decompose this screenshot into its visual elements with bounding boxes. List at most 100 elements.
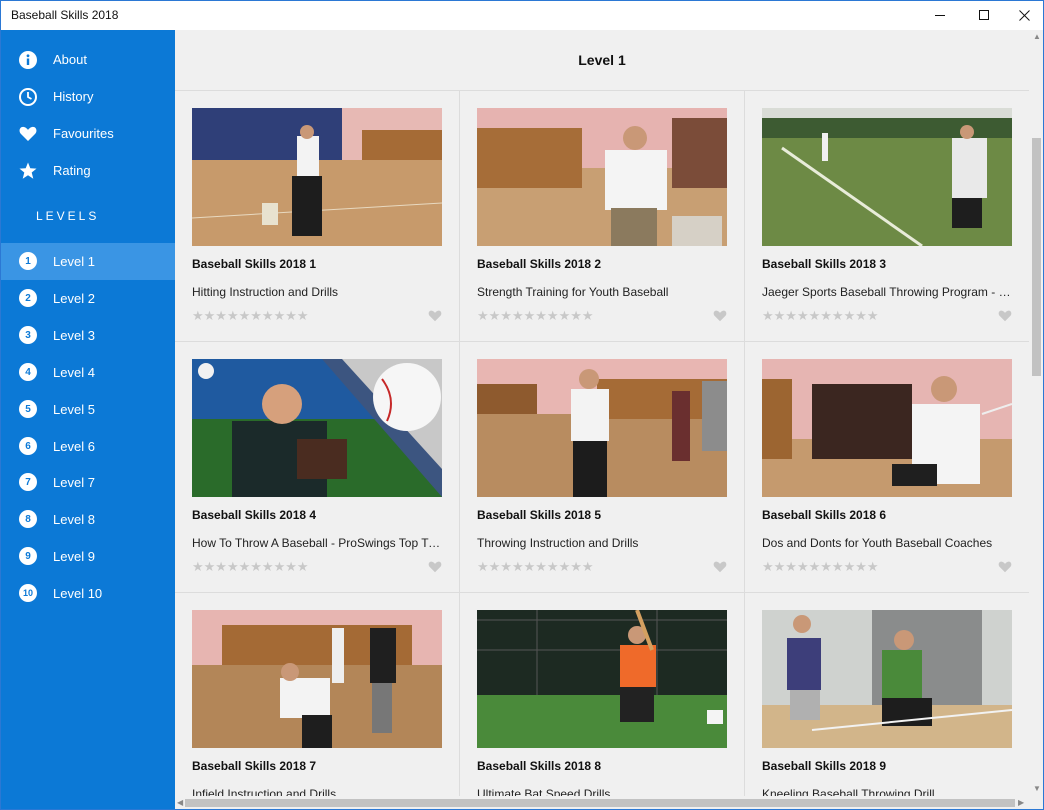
level-number-badge: 7 bbox=[19, 473, 37, 491]
nav-label-history: History bbox=[53, 89, 94, 104]
video-thumbnail[interactable] bbox=[762, 610, 1012, 748]
rating-stars[interactable]: ★★★★★★★★★★ bbox=[477, 308, 594, 324]
video-title: Baseball Skills 2018 8 bbox=[477, 759, 602, 773]
video-thumbnail[interactable] bbox=[192, 359, 442, 497]
video-card[interactable]: Baseball Skills 2018 3 Jaeger Sports Bas… bbox=[745, 91, 1029, 341]
horizontal-scroll-thumb[interactable] bbox=[185, 799, 1015, 807]
video-card[interactable]: Baseball Skills 2018 4 How To Throw A Ba… bbox=[175, 342, 459, 592]
level-item-6[interactable]: 6 Level 6 bbox=[1, 428, 175, 465]
level-label: Level 4 bbox=[53, 365, 95, 380]
nav-item-about[interactable]: About bbox=[1, 41, 175, 78]
close-icon bbox=[1018, 10, 1030, 21]
window-title: Baseball Skills 2018 bbox=[11, 8, 119, 22]
level-number-badge: 3 bbox=[19, 326, 37, 344]
level-number-badge: 9 bbox=[19, 547, 37, 565]
video-thumbnail[interactable] bbox=[192, 610, 442, 748]
video-card[interactable]: Baseball Skills 2018 7 Infield Instructi… bbox=[175, 593, 459, 796]
level-number-badge: 4 bbox=[19, 363, 37, 381]
level-item-5[interactable]: 5 Level 5 bbox=[1, 391, 175, 428]
scroll-up-icon[interactable]: ▲ bbox=[1033, 32, 1041, 41]
video-card[interactable]: Baseball Skills 2018 2 Strength Training… bbox=[460, 91, 744, 341]
level-label: Level 10 bbox=[53, 586, 103, 601]
level-label: Level 9 bbox=[53, 549, 95, 564]
video-subtitle: Dos and Donts for Youth Baseball Coaches bbox=[762, 536, 993, 550]
app-window: Baseball Skills 2018 About History Favou… bbox=[0, 0, 1044, 810]
rating-stars[interactable]: ★★★★★★★★★★ bbox=[192, 308, 309, 324]
video-thumbnail[interactable] bbox=[477, 610, 727, 748]
video-thumbnail[interactable] bbox=[477, 359, 727, 497]
nav-label-rating: Rating bbox=[53, 163, 91, 178]
clock-icon bbox=[18, 87, 38, 107]
nav-item-favourites[interactable]: Favourites bbox=[1, 115, 175, 152]
nav-label-favourites: Favourites bbox=[53, 126, 114, 141]
minimize-button[interactable] bbox=[917, 1, 963, 30]
video-subtitle: Jaeger Sports Baseball Throwing Program … bbox=[762, 285, 1012, 299]
rating-stars[interactable]: ★★★★★★★★★★ bbox=[477, 559, 594, 575]
favourite-heart-icon[interactable] bbox=[998, 561, 1012, 573]
rating-stars[interactable]: ★★★★★★★★★★ bbox=[192, 559, 309, 575]
vertical-scrollbar[interactable]: ▲ ▼ bbox=[1029, 30, 1043, 796]
video-subtitle: Strength Training for Youth Baseball bbox=[477, 285, 669, 299]
video-title: Baseball Skills 2018 3 bbox=[762, 257, 887, 271]
level-label: Level 6 bbox=[53, 439, 95, 454]
level-number-badge: 2 bbox=[19, 289, 37, 307]
info-icon bbox=[18, 50, 38, 70]
level-label: Level 8 bbox=[53, 512, 95, 527]
levels-heading: LEVELS bbox=[36, 209, 100, 223]
video-title: Baseball Skills 2018 1 bbox=[192, 257, 317, 271]
favourite-heart-icon[interactable] bbox=[428, 561, 442, 573]
rating-stars[interactable]: ★★★★★★★★★★ bbox=[762, 559, 879, 575]
video-thumbnail[interactable] bbox=[762, 108, 1012, 246]
favourite-heart-icon[interactable] bbox=[713, 561, 727, 573]
video-title: Baseball Skills 2018 7 bbox=[192, 759, 317, 773]
nav-item-rating[interactable]: Rating bbox=[1, 152, 175, 189]
level-label: Level 5 bbox=[53, 402, 95, 417]
level-number-badge: 1 bbox=[19, 252, 37, 270]
video-card[interactable]: Baseball Skills 2018 9 Kneeling Baseball… bbox=[745, 593, 1029, 796]
level-number-badge: 5 bbox=[19, 400, 37, 418]
level-item-10[interactable]: 10 Level 10 bbox=[1, 575, 175, 612]
level-item-8[interactable]: 8 Level 8 bbox=[1, 501, 175, 538]
video-card[interactable]: Baseball Skills 2018 5 Throwing Instruct… bbox=[460, 342, 744, 592]
scroll-left-icon[interactable]: ◀ bbox=[177, 798, 183, 807]
video-thumbnail[interactable] bbox=[477, 108, 727, 246]
favourite-heart-icon[interactable] bbox=[428, 310, 442, 322]
level-number-badge: 6 bbox=[19, 437, 37, 455]
level-item-9[interactable]: 9 Level 9 bbox=[1, 538, 175, 575]
video-subtitle: Infield Instruction and Drills bbox=[192, 787, 337, 796]
level-item-3[interactable]: 3 Level 3 bbox=[1, 317, 175, 354]
favourite-heart-icon[interactable] bbox=[998, 310, 1012, 322]
video-card[interactable]: Baseball Skills 2018 8 Ultimate Bat Spee… bbox=[460, 593, 744, 796]
video-card[interactable]: Baseball Skills 2018 6 Dos and Donts for… bbox=[745, 342, 1029, 592]
video-subtitle: Ultimate Bat Speed Drills bbox=[477, 787, 611, 796]
video-subtitle: Throwing Instruction and Drills bbox=[477, 536, 639, 550]
star-icon bbox=[18, 161, 38, 181]
level-item-7[interactable]: 7 Level 7 bbox=[1, 464, 175, 501]
video-subtitle: How To Throw A Baseball - ProSwings Top … bbox=[192, 536, 442, 550]
video-grid-panel: Level 1 Baseball Skills 2018 1 Hitting I… bbox=[175, 30, 1029, 796]
vertical-scroll-thumb[interactable] bbox=[1032, 138, 1041, 376]
level-label: Level 3 bbox=[53, 328, 95, 343]
nav-label-about: About bbox=[53, 52, 87, 67]
video-card[interactable]: Baseball Skills 2018 1 Hitting Instructi… bbox=[175, 91, 459, 341]
scroll-right-icon[interactable]: ▶ bbox=[1018, 798, 1024, 807]
level-item-4[interactable]: 4 Level 4 bbox=[1, 354, 175, 391]
rating-stars[interactable]: ★★★★★★★★★★ bbox=[762, 308, 879, 324]
video-subtitle: Kneeling Baseball Throwing Drill bbox=[762, 787, 935, 796]
video-title: Baseball Skills 2018 2 bbox=[477, 257, 602, 271]
level-item-1[interactable]: 1 Level 1 bbox=[1, 243, 175, 280]
heart-icon bbox=[18, 124, 38, 144]
video-thumbnail[interactable] bbox=[762, 359, 1012, 497]
level-label: Level 2 bbox=[53, 291, 95, 306]
nav-item-history[interactable]: History bbox=[1, 78, 175, 115]
favourite-heart-icon[interactable] bbox=[713, 310, 727, 322]
level-item-2[interactable]: 2 Level 2 bbox=[1, 280, 175, 317]
level-label: Level 1 bbox=[53, 254, 95, 269]
horizontal-scrollbar[interactable]: ◀ ▶ bbox=[175, 796, 1029, 809]
video-title: Baseball Skills 2018 6 bbox=[762, 508, 887, 522]
scroll-down-icon[interactable]: ▼ bbox=[1033, 784, 1041, 793]
video-title: Baseball Skills 2018 9 bbox=[762, 759, 887, 773]
video-thumbnail[interactable] bbox=[192, 108, 442, 246]
video-subtitle: Hitting Instruction and Drills bbox=[192, 285, 339, 299]
close-button[interactable] bbox=[1001, 1, 1043, 30]
